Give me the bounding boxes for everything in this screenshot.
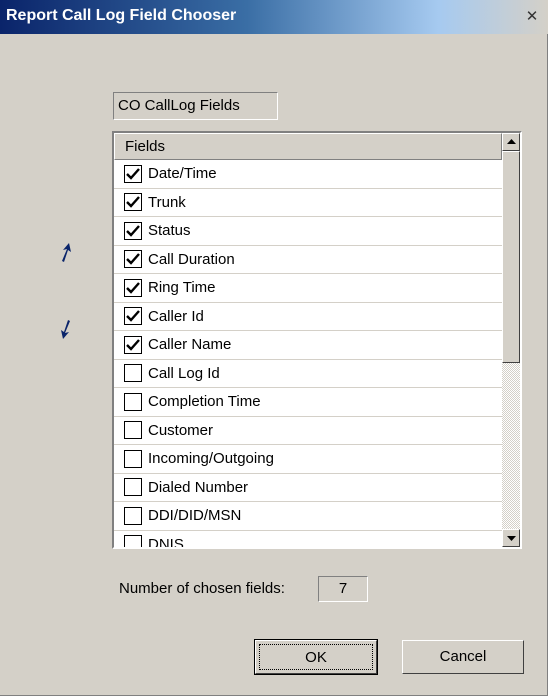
field-row[interactable]: Caller Id (114, 303, 502, 331)
checkbox-checked[interactable] (124, 221, 142, 240)
ok-button[interactable]: OK (254, 639, 378, 675)
chosen-fields-label: Number of chosen fields: (119, 580, 285, 597)
scroll-up-button[interactable] (502, 133, 520, 151)
field-label: Call Log Id (148, 364, 220, 382)
field-label: Dialed Number (148, 478, 249, 496)
field-label: Trunk (148, 193, 186, 211)
field-chooser-dialog: Report Call Log Field Chooser ✕ CO CallL… (0, 0, 548, 696)
checkbox-checked[interactable] (124, 307, 142, 326)
checkbox-unchecked[interactable] (124, 364, 142, 383)
checkbox-unchecked[interactable] (124, 392, 142, 411)
checkmark-icon (126, 310, 140, 322)
field-row[interactable]: Call Log Id (114, 360, 502, 388)
close-icon[interactable]: ✕ (522, 7, 542, 27)
field-label: Caller Id (148, 307, 204, 325)
field-label: Call Duration (148, 250, 235, 268)
ok-button-label: OK (259, 644, 373, 670)
field-row[interactable]: Ring Time (114, 274, 502, 303)
triangle-up-icon (506, 139, 516, 144)
field-label: Caller Name (148, 336, 232, 354)
checkbox-checked[interactable] (124, 164, 142, 183)
field-label: DDI/DID/MSN (148, 507, 242, 525)
checkmark-icon (126, 196, 140, 208)
checkmark-icon (126, 281, 140, 294)
triangle-down-icon (506, 536, 516, 541)
field-row[interactable]: Call Duration (114, 246, 502, 274)
checkbox-unchecked[interactable] (124, 478, 142, 497)
field-row[interactable]: Date/Time (114, 160, 502, 189)
fields-column-header[interactable]: Fields (114, 133, 502, 160)
checkmark-icon (126, 253, 140, 265)
field-row[interactable]: Customer (114, 417, 502, 445)
checkmark-icon (126, 338, 140, 351)
field-row[interactable]: Incoming/Outgoing (114, 445, 502, 474)
checkbox-unchecked[interactable] (124, 535, 142, 547)
field-label: Ring Time (148, 279, 216, 297)
checkbox-unchecked[interactable] (124, 421, 142, 440)
field-row[interactable]: DDI/DID/MSN (114, 502, 502, 531)
cancel-button[interactable]: Cancel (402, 640, 524, 674)
field-row[interactable]: Status (114, 217, 502, 246)
title-bar[interactable]: Report Call Log Field Chooser ✕ (0, 0, 548, 34)
checkbox-checked[interactable] (124, 193, 142, 212)
field-label: Incoming/Outgoing (148, 450, 274, 468)
fields-rows: Date/Time Trunk Status Call Duration Ring Ti… (114, 160, 502, 549)
field-row[interactable]: Caller Name (114, 331, 502, 360)
field-label: Completion Time (148, 393, 261, 411)
field-label: Date/Time (148, 165, 217, 183)
checkbox-checked[interactable] (124, 278, 142, 297)
checkbox-checked[interactable] (124, 335, 142, 354)
chosen-fields-count: 7 (318, 576, 368, 602)
checkmark-icon (126, 224, 140, 237)
checkbox-unchecked[interactable] (124, 449, 142, 468)
field-row[interactable]: Completion Time (114, 388, 502, 417)
move-down-arrow-icon[interactable] (54, 317, 78, 341)
field-label: Status (148, 222, 191, 240)
move-up-arrow-icon[interactable] (54, 241, 78, 265)
scroll-down-button[interactable] (502, 529, 520, 547)
vertical-scrollbar[interactable] (502, 133, 520, 547)
scroll-thumb[interactable] (502, 151, 520, 363)
field-label: Customer (148, 421, 214, 439)
field-label: DNIS (148, 535, 184, 549)
checkbox-unchecked[interactable] (124, 506, 142, 525)
fields-list[interactable]: Fields Date/Time Trunk Status Call Duration… (112, 131, 522, 549)
field-row[interactable]: DNIS (114, 531, 502, 549)
window-title: Report Call Log Field Chooser (6, 7, 237, 24)
calllog-fields-label: CO CallLog Fields (113, 92, 278, 120)
checkbox-checked[interactable] (124, 250, 142, 269)
field-row[interactable]: Trunk (114, 189, 502, 217)
field-row[interactable]: Dialed Number (114, 474, 502, 502)
checkmark-icon (126, 167, 140, 180)
